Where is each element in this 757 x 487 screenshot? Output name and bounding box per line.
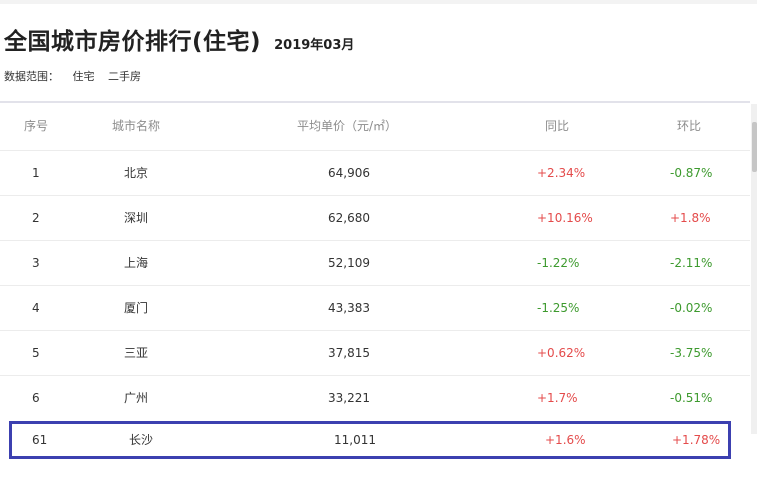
cell-city[interactable]: 厦门 — [124, 286, 148, 331]
cell-rank: 1 — [32, 166, 40, 180]
table-row[interactable]: 6 广州 33,221 +1.7% -0.51% — [0, 375, 750, 420]
cell-yoy: +1.6% — [545, 433, 586, 447]
cell-rank: 5 — [32, 346, 40, 360]
cell-rank: 4 — [32, 301, 40, 315]
cell-price: 52,109 — [328, 256, 370, 270]
cell-rank: 2 — [32, 211, 40, 225]
cell-mom: +1.78% — [672, 433, 721, 447]
cell-rank: 61 — [32, 433, 48, 447]
cell-price: 11,011 — [334, 433, 376, 447]
cell-price: 33,221 — [328, 391, 370, 405]
cell-price: 43,383 — [328, 301, 370, 315]
scope-option-residential[interactable]: 住宅 — [73, 70, 95, 83]
table-row[interactable]: 2 深圳 62,680 +10.16% +1.8% — [0, 195, 750, 240]
table-scrollbar[interactable] — [751, 104, 757, 434]
column-header-yoy: 同比 — [545, 119, 570, 133]
highlighted-city-row[interactable]: 61 长沙 11,011 +1.6% +1.78% — [9, 421, 731, 459]
cell-city[interactable]: 北京 — [124, 151, 148, 196]
cell-yoy: -1.25% — [537, 301, 580, 315]
cell-city[interactable]: 长沙 — [129, 424, 153, 456]
cell-mom: -3.75% — [670, 346, 713, 360]
cell-price: 37,815 — [328, 346, 370, 360]
cell-mom: -2.11% — [670, 256, 713, 270]
cell-price: 62,680 — [328, 211, 370, 225]
cell-yoy: +10.16% — [537, 211, 593, 225]
cell-mom: -0.02% — [670, 301, 713, 315]
column-header-price: 平均单价（元/㎡） — [297, 119, 398, 133]
column-header-city: 城市名称 — [112, 119, 161, 133]
cell-mom: +1.8% — [670, 211, 711, 225]
page-date: 2019年03月 — [274, 38, 355, 53]
cell-city[interactable]: 深圳 — [124, 196, 148, 241]
data-scope: 数据范围： 住宅 二手房 — [4, 68, 151, 84]
table-header: 序号 城市名称 平均单价（元/㎡） 同比 环比 — [0, 104, 750, 150]
column-header-rank: 序号 — [24, 119, 49, 133]
cell-mom: -0.51% — [670, 391, 713, 405]
table-row[interactable]: 3 上海 52,109 -1.22% -2.11% — [0, 240, 750, 285]
ranking-table: 序号 城市名称 平均单价（元/㎡） 同比 环比 1 北京 64,906 +2.3… — [0, 104, 750, 420]
cell-mom: -0.87% — [670, 166, 713, 180]
cell-rank: 6 — [32, 391, 40, 405]
cell-yoy: +1.7% — [537, 391, 578, 405]
cell-rank: 3 — [32, 256, 40, 270]
cell-yoy: +0.62% — [537, 346, 586, 360]
cell-city[interactable]: 广州 — [124, 376, 148, 421]
header-divider — [0, 101, 750, 103]
scope-option-second-hand[interactable]: 二手房 — [108, 70, 141, 83]
cell-yoy: +2.34% — [537, 166, 586, 180]
table-row[interactable]: 1 北京 64,906 +2.34% -0.87% — [0, 150, 750, 195]
cell-city[interactable]: 上海 — [124, 241, 148, 286]
scrollbar-thumb[interactable] — [752, 122, 757, 172]
table-row[interactable]: 4 厦门 43,383 -1.25% -0.02% — [0, 285, 750, 330]
cell-price: 64,906 — [328, 166, 370, 180]
cell-city[interactable]: 三亚 — [124, 331, 148, 376]
title-row: 全国城市房价排行(住宅) 2019年03月 — [4, 22, 354, 56]
cell-yoy: -1.22% — [537, 256, 580, 270]
scope-label: 数据范围： — [4, 70, 59, 83]
page-title: 全国城市房价排行(住宅) — [4, 29, 262, 55]
table-row[interactable]: 5 三亚 37,815 +0.62% -3.75% — [0, 330, 750, 375]
column-header-mom: 环比 — [677, 119, 702, 133]
